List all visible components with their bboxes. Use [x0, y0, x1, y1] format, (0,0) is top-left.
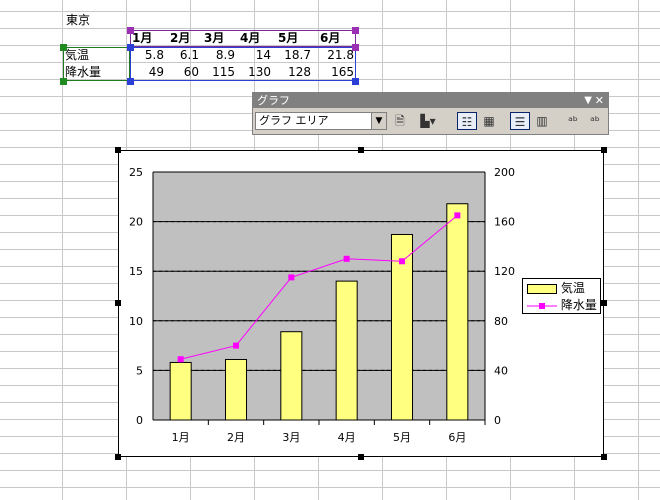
- y-tick-label-right: 120: [494, 265, 515, 278]
- x-tick-label: 4月: [338, 431, 356, 444]
- legend-label: 気温: [560, 281, 585, 295]
- chart-plot[interactable]: 0 5 10 15 20 25 0 40 80 120 160 200 1月 2月 3月 4月 5月 6月: [0, 0, 660, 500]
- y-tick-label-right: 40: [494, 364, 508, 377]
- line-point: [288, 274, 295, 281]
- chart-legend[interactable]: 気温 降水量: [522, 278, 601, 314]
- line-point: [343, 255, 350, 262]
- x-tick-label: 2月: [227, 431, 245, 444]
- x-tick-label: 6月: [448, 431, 466, 444]
- bar: [224, 358, 248, 421]
- line-point: [177, 356, 184, 363]
- y-tick-label-left: 10: [129, 315, 143, 328]
- legend-label: 降水量: [560, 298, 597, 312]
- bar: [169, 361, 192, 421]
- line-point: [399, 258, 405, 265]
- y-tick-label-left: 5: [136, 364, 143, 377]
- bar: [446, 203, 469, 421]
- legend-item-precipitation: 降水量: [527, 297, 597, 313]
- x-tick-label: 5月: [393, 431, 411, 444]
- x-tick-label: 1月: [172, 431, 190, 444]
- y-tick-label-left: 20: [129, 216, 143, 229]
- bar: [280, 331, 303, 421]
- x-tick-label: 3月: [282, 431, 300, 444]
- y-tick-label-left: 25: [129, 166, 143, 179]
- y-tick-label-right: 0: [494, 414, 501, 427]
- y-tick-label-left: 0: [136, 414, 143, 427]
- y-tick-label-left: 15: [129, 265, 143, 278]
- y-tick-label-right: 160: [494, 216, 515, 229]
- legend-swatch-bar: [527, 283, 557, 294]
- line-point: [454, 212, 461, 219]
- y-tick-label-right: 200: [494, 166, 515, 179]
- legend-swatch-line: [527, 302, 557, 309]
- plot-area: [153, 172, 485, 420]
- y-tick-label-right: 80: [494, 315, 508, 328]
- bar: [335, 280, 358, 421]
- legend-item-temperature: 気温: [527, 280, 585, 296]
- line-point: [233, 342, 239, 349]
